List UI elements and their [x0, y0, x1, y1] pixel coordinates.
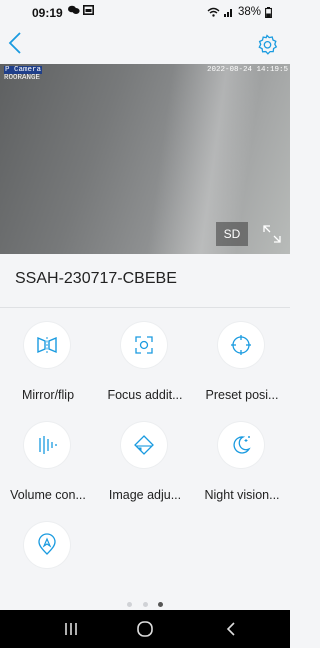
- feature-icon-circle: [218, 422, 264, 468]
- page-dot-active[interactable]: [157, 602, 163, 608]
- sd-quality-button[interactable]: SD: [216, 222, 248, 246]
- system-nav-bar: [0, 610, 290, 648]
- feature-preset-position[interactable]: Preset posi...: [194, 308, 290, 406]
- feature-label: Preset posi...: [205, 388, 279, 402]
- status-bar: 09:19 38%: [0, 0, 290, 28]
- feature-intelligent-tracking[interactable]: [0, 508, 96, 606]
- camera-live-view[interactable]: P Camera ROORANGE 2022-08-24 14:19:5 SD: [0, 64, 290, 254]
- camera-overlay-label: P Camera ROORANGE: [4, 66, 43, 82]
- page-dot[interactable]: [142, 602, 148, 608]
- feature-icon-circle: [218, 322, 264, 368]
- feature-icon-circle: [24, 422, 70, 468]
- intelligent-tracking-icon: [38, 533, 56, 555]
- expand-icon: [263, 225, 281, 243]
- volume-icon: [39, 436, 57, 454]
- page-dot[interactable]: [127, 602, 133, 608]
- camera-timestamp: 2022-08-24 14:19:5: [206, 66, 288, 74]
- camera-overlay-name: P Camera: [4, 66, 43, 74]
- night-vision-icon: [233, 436, 251, 454]
- feature-grid: Mirror/flip Focus addit... Preset posi..…: [0, 308, 290, 608]
- signal-icon: [223, 9, 232, 17]
- image-adjust-icon: [134, 435, 154, 455]
- notification-icons: [68, 5, 95, 18]
- mirror-flip-icon: [37, 336, 57, 354]
- feature-mirror-flip[interactable]: Mirror/flip: [0, 308, 96, 406]
- device-name: SSAH-230717-CBEBE: [15, 270, 177, 287]
- feature-volume[interactable]: Volume con...: [0, 408, 96, 506]
- battery-icon: [265, 6, 272, 18]
- settings-button[interactable]: [256, 34, 278, 56]
- feature-icon-circle: [24, 522, 70, 568]
- feature-focus[interactable]: Focus addit...: [97, 308, 193, 406]
- back-nav-icon: [226, 622, 235, 636]
- chevron-left-icon: [8, 32, 21, 54]
- fullscreen-button[interactable]: [260, 222, 284, 246]
- back-nav-button[interactable]: [220, 619, 242, 639]
- status-time: 09:19: [32, 6, 63, 20]
- recents-icon: [65, 623, 77, 635]
- preset-position-icon: [231, 335, 251, 355]
- feature-icon-circle: [24, 322, 70, 368]
- battery-percent: 38%: [237, 6, 261, 18]
- feature-label: Volume con...: [10, 488, 86, 502]
- feature-night-vision[interactable]: Night vision...: [194, 408, 290, 506]
- home-icon: [137, 621, 153, 637]
- feature-label: Image adju...: [108, 488, 182, 502]
- home-button[interactable]: [134, 619, 156, 639]
- back-button[interactable]: [8, 32, 32, 58]
- feature-icon-circle: [121, 322, 167, 368]
- recents-button[interactable]: [60, 619, 82, 639]
- wifi-icon: [207, 7, 220, 17]
- feature-icon-circle: [121, 422, 167, 468]
- focus-icon: [135, 336, 153, 354]
- feature-image-adjust[interactable]: Image adju...: [97, 408, 193, 506]
- feature-label: Night vision...: [204, 488, 280, 502]
- notification-image-icon: [83, 5, 95, 15]
- camera-overlay-model: ROORANGE: [4, 74, 41, 82]
- gear-icon: [258, 34, 278, 55]
- feature-label: Mirror/flip: [21, 388, 75, 402]
- top-bar: [0, 28, 290, 64]
- notification-chat-icon: [68, 5, 80, 14]
- feature-label: Focus addit...: [107, 388, 183, 402]
